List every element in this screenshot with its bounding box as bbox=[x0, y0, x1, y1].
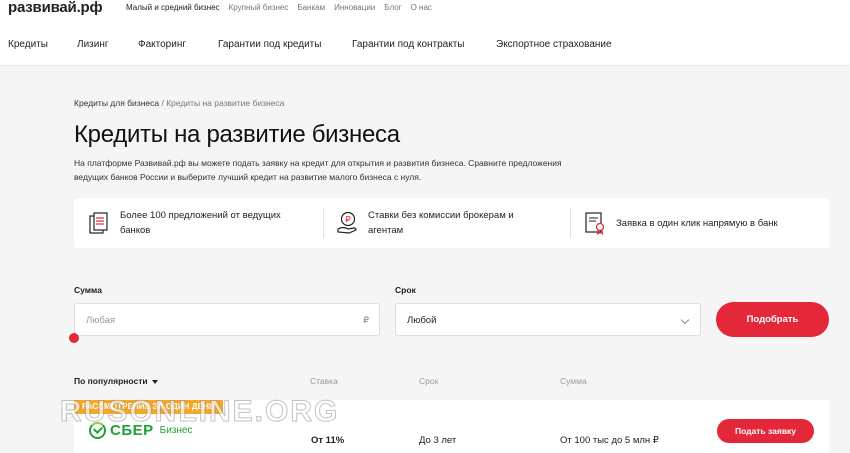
site-logo[interactable]: развивай.рф bbox=[8, 0, 103, 16]
main-nav-item-export-insurance[interactable]: Экспортное страхование bbox=[496, 39, 612, 50]
amount-input[interactable]: Любая ₽ bbox=[74, 303, 380, 336]
top-nav-item-about[interactable]: О нас bbox=[411, 3, 432, 12]
ruble-hand-icon: ₽ bbox=[337, 211, 357, 234]
main-nav: Кредиты Лизинг Факторинг Гарантии под кр… bbox=[0, 24, 850, 66]
term-label: Срок bbox=[395, 285, 416, 295]
feature-item-application: Заявка в один клик напрямую в банк bbox=[584, 198, 824, 248]
top-nav-item-blog[interactable]: Блог bbox=[384, 3, 401, 12]
top-nav-item-innovations[interactable]: Инновации bbox=[334, 3, 375, 12]
main-nav-item-contract-guarantees[interactable]: Гарантии под контракты bbox=[352, 39, 465, 50]
feature-item-offers: Более 100 предложений от ведущих банков bbox=[88, 198, 318, 248]
feature-item-rates: ₽ Ставки без комиссии брокерам и агентам bbox=[336, 198, 556, 248]
top-nav-item-small-business[interactable]: Малый и средний бизнес bbox=[126, 3, 220, 12]
certificate-icon bbox=[585, 212, 605, 235]
amount-label: Сумма bbox=[74, 285, 102, 295]
column-header-term[interactable]: Срок bbox=[419, 376, 438, 386]
amount-slider-handle[interactable] bbox=[69, 333, 79, 343]
breadcrumb-parent[interactable]: Кредиты для бизнеса bbox=[74, 98, 159, 108]
feature-text-rates: Ставки без комиссии брокерам и агентам bbox=[368, 210, 514, 236]
breadcrumb-current: Кредиты на развитие бизнеса bbox=[166, 98, 285, 108]
page-intro: На платформе Развивай.рф вы можете подат… bbox=[74, 158, 562, 182]
main-nav-item-leasing[interactable]: Лизинг bbox=[77, 39, 109, 50]
features-panel: Более 100 предложений от ведущих банков … bbox=[74, 198, 829, 248]
breadcrumb: Кредиты для бизнеса / Кредиты на развити… bbox=[74, 98, 284, 108]
top-bar: развивай.рф Малый и средний бизнес Крупн… bbox=[0, 0, 850, 24]
main-nav-item-factoring[interactable]: Факторинг bbox=[138, 39, 186, 50]
top-nav: Малый и средний бизнес Крупный бизнес Ба… bbox=[126, 3, 432, 12]
top-nav-item-large-business[interactable]: Крупный бизнес bbox=[229, 3, 289, 12]
offer-amount: От 100 тыс до 5 млн ₽ bbox=[560, 435, 659, 446]
offer-rate: От 11% bbox=[311, 435, 345, 446]
term-value: Любой bbox=[407, 315, 437, 326]
chevron-down-icon bbox=[680, 315, 690, 325]
sort-dropdown[interactable]: По популярности bbox=[74, 376, 158, 386]
feature-text-offers: Более 100 предложений от ведущих банков bbox=[120, 210, 281, 236]
feature-divider bbox=[570, 208, 571, 238]
page-title: Кредиты на развитие бизнеса bbox=[74, 121, 400, 148]
column-header-rate[interactable]: Ставка bbox=[310, 376, 338, 386]
column-header-amount[interactable]: Сумма bbox=[560, 376, 587, 386]
feature-divider bbox=[323, 208, 324, 238]
caret-down-icon bbox=[151, 379, 158, 384]
term-select[interactable]: Любой bbox=[395, 303, 701, 336]
apply-button[interactable]: Подать заявку bbox=[717, 419, 814, 443]
top-nav-item-banks[interactable]: Банкам bbox=[297, 3, 325, 12]
sort-label: По популярности bbox=[74, 376, 148, 386]
submit-button[interactable]: Подобрать bbox=[716, 302, 829, 337]
documents-icon bbox=[89, 212, 108, 234]
offer-term: До 3 лет bbox=[419, 435, 457, 446]
main-nav-item-loan-guarantees[interactable]: Гарантии под кредиты bbox=[218, 39, 321, 50]
feature-text-application: Заявка в один клик напрямую в банк bbox=[616, 217, 778, 229]
svg-text:₽: ₽ bbox=[345, 216, 351, 226]
ruble-icon: ₽ bbox=[363, 315, 369, 325]
amount-placeholder: Любая bbox=[86, 315, 116, 326]
watermark: RUSONLINE.ORG bbox=[59, 395, 340, 429]
main-nav-item-credits[interactable]: Кредиты bbox=[8, 39, 48, 50]
